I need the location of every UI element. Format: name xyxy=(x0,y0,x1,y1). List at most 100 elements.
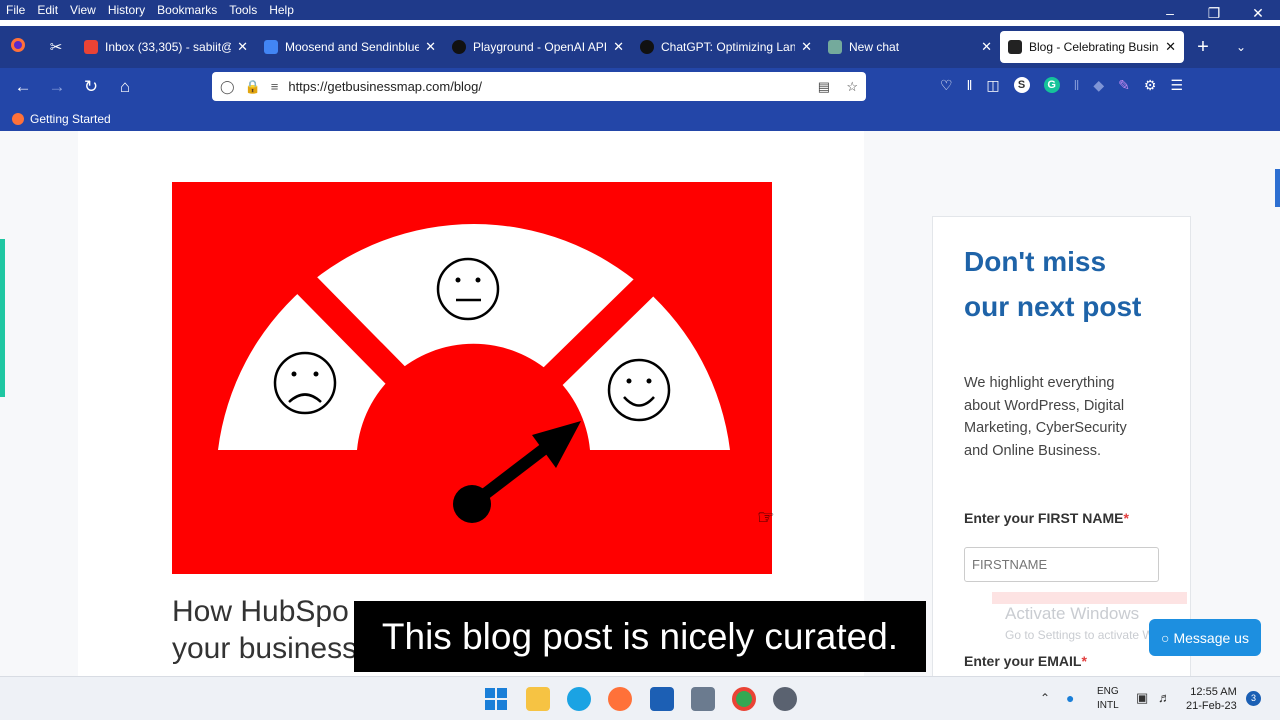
keyboard-layout: INTL xyxy=(1097,700,1119,711)
article-title-line[interactable]: How HubSpo xyxy=(172,593,357,630)
tab-blog[interactable]: Blog - Celebrating Business ✕ xyxy=(1000,31,1184,63)
close-window-button[interactable]: ✕ xyxy=(1236,0,1280,26)
tools-icon[interactable]: ✂ xyxy=(36,38,76,56)
article-title[interactable]: How HubSpo your business xyxy=(172,593,357,667)
list-tabs-icon[interactable]: ⌄ xyxy=(1222,40,1260,54)
grammarly-icon[interactable]: G xyxy=(1043,77,1060,93)
notification-badge[interactable]: 3 xyxy=(1246,691,1261,706)
menu-bookmarks[interactable]: Bookmarks xyxy=(151,3,223,17)
article-column: How HubSpo your business xyxy=(78,131,864,676)
start-icon[interactable] xyxy=(484,687,508,711)
signup-heading: Don't miss our next post xyxy=(964,239,1141,329)
extension-puzzle-gray-icon[interactable]: ◆ xyxy=(1093,77,1104,94)
extension-bars-icon[interactable]: ‖ xyxy=(1074,77,1080,94)
bookmark-getting-started[interactable]: Getting Started xyxy=(30,112,111,126)
clock-date: 21-Feb-23 xyxy=(1186,700,1237,712)
openai-icon xyxy=(452,40,466,54)
close-tab-icon[interactable]: ✕ xyxy=(613,39,624,55)
first-name-input[interactable] xyxy=(964,547,1159,582)
email-label-text: Enter your EMAIL xyxy=(964,653,1082,669)
scrollbar-thumb[interactable] xyxy=(1275,169,1280,207)
new-tab-button[interactable]: + xyxy=(1184,36,1222,59)
app-menu-icon[interactable]: ☰ xyxy=(1170,77,1183,94)
media-player-icon[interactable] xyxy=(650,687,674,711)
close-tab-icon[interactable]: ✕ xyxy=(425,39,436,55)
firefox-taskbar-icon[interactable] xyxy=(608,687,632,711)
openai-icon xyxy=(640,40,654,54)
menu-file[interactable]: File xyxy=(0,3,31,17)
network-icon[interactable]: ▣ xyxy=(1136,690,1148,706)
pocket-icon[interactable]: ♡ xyxy=(940,77,953,94)
tab-playground[interactable]: Playground - OpenAI API ✕ xyxy=(444,31,632,63)
close-tab-icon[interactable]: ✕ xyxy=(237,39,248,55)
validation-bar xyxy=(992,592,1187,604)
lock-icon[interactable]: 🔒 xyxy=(245,79,261,95)
close-tab-icon[interactable]: ✕ xyxy=(1165,39,1176,55)
extension-s-icon[interactable]: S xyxy=(1013,77,1030,93)
nav-bar: ← → ↻ ⌂ ◯ 🔒 ≡ https://getbusinessmap.com… xyxy=(0,68,1280,106)
calculator-icon[interactable] xyxy=(691,687,715,711)
extension-pen-icon[interactable]: ✎ xyxy=(1118,77,1130,94)
file-explorer-icon[interactable] xyxy=(526,687,550,711)
menu-tools[interactable]: Tools xyxy=(223,3,263,17)
sidebar-icon[interactable]: ◫ xyxy=(986,77,999,94)
firefox-icon xyxy=(12,112,24,125)
back-icon[interactable]: ← xyxy=(6,77,40,97)
menu-view[interactable]: View xyxy=(64,3,102,17)
forward-icon[interactable]: → xyxy=(40,77,74,97)
first-name-label-text: Enter your FIRST NAME xyxy=(964,510,1124,526)
bookmarks-bar: Getting Started xyxy=(0,106,1280,131)
clock[interactable]: 12:55 AM 21-Feb-23 xyxy=(1186,685,1237,713)
tray-chevron-icon[interactable]: ⌃ xyxy=(1040,691,1050,705)
email-label: Enter your EMAIL* xyxy=(964,653,1087,669)
firefox-icon[interactable] xyxy=(0,37,36,58)
required-asterisk: * xyxy=(1123,510,1129,526)
tab-new-chat[interactable]: New chat ✕ xyxy=(820,31,1000,63)
menu-history[interactable]: History xyxy=(102,3,151,17)
menu-edit[interactable]: Edit xyxy=(31,3,64,17)
tab-label: Inbox (33,305) - sabiit@gm xyxy=(105,40,231,54)
reader-view-icon[interactable]: ▤ xyxy=(818,79,830,95)
shield-icon[interactable]: ◯ xyxy=(220,79,235,95)
permissions-icon[interactable]: ≡ xyxy=(271,79,279,94)
volume-icon[interactable]: ♬ xyxy=(1158,690,1171,705)
language-code: ENG xyxy=(1097,686,1119,697)
side-accent-bar xyxy=(0,239,5,397)
chat-bubble-icon: ○ xyxy=(1161,629,1170,646)
signup-heading-line: our next post xyxy=(964,291,1142,322)
tab-label: Moosend and Sendinblue a xyxy=(285,40,420,54)
url-text[interactable]: https://getbusinessmap.com/blog/ xyxy=(288,79,482,94)
tab-label: New chat xyxy=(849,40,900,54)
close-tab-icon[interactable]: ✕ xyxy=(801,39,812,55)
hero-image[interactable] xyxy=(172,182,772,574)
close-tab-icon[interactable]: ✕ xyxy=(981,39,992,55)
article-title-line[interactable]: your business xyxy=(172,630,357,667)
taskbar: ⌃ ● ENG INTL ▣ ♬ 12:55 AM 21-Feb-23 3 xyxy=(0,676,1280,720)
tab-chatgpt[interactable]: ChatGPT: Optimizing Lang ✕ xyxy=(632,31,820,63)
edge-icon[interactable] xyxy=(567,687,591,711)
microphone-icon[interactable]: ● xyxy=(1066,690,1074,706)
bookmark-star-icon[interactable]: ☆ xyxy=(846,79,858,95)
extensions-icon[interactable]: ⚙ xyxy=(1144,77,1157,94)
tab-moosend[interactable]: Moosend and Sendinblue a ✕ xyxy=(256,31,444,63)
home-icon[interactable]: ⌂ xyxy=(108,77,142,97)
minimize-button[interactable]: – xyxy=(1148,0,1192,26)
happy-face-icon xyxy=(607,358,671,422)
menu-help[interactable]: Help xyxy=(263,3,300,17)
recorder-icon[interactable] xyxy=(773,687,797,711)
signup-blurb: We highlight everything about WordPress,… xyxy=(964,375,1127,459)
tab-inbox[interactable]: Inbox (33,305) - sabiit@gm ✕ xyxy=(76,31,256,63)
url-bar[interactable]: ◯ 🔒 ≡ https://getbusinessmap.com/blog/ ▤… xyxy=(212,72,866,101)
message-us-button[interactable]: ○ Message us xyxy=(1149,619,1261,656)
docs-icon xyxy=(264,40,278,54)
chrome-icon[interactable] xyxy=(732,687,756,711)
signup-heading-line: Don't miss xyxy=(964,246,1107,277)
library-icon[interactable]: ‖ xyxy=(967,77,973,94)
neutral-face-icon xyxy=(436,257,500,321)
blog-favicon-icon xyxy=(1008,40,1022,54)
reload-icon[interactable]: ↻ xyxy=(74,77,108,97)
sad-face-icon xyxy=(273,351,337,415)
language-indicator[interactable]: ENG INTL xyxy=(1097,685,1119,713)
restore-button[interactable]: ❐ xyxy=(1192,0,1236,26)
tab-label: ChatGPT: Optimizing Lang xyxy=(661,40,796,54)
